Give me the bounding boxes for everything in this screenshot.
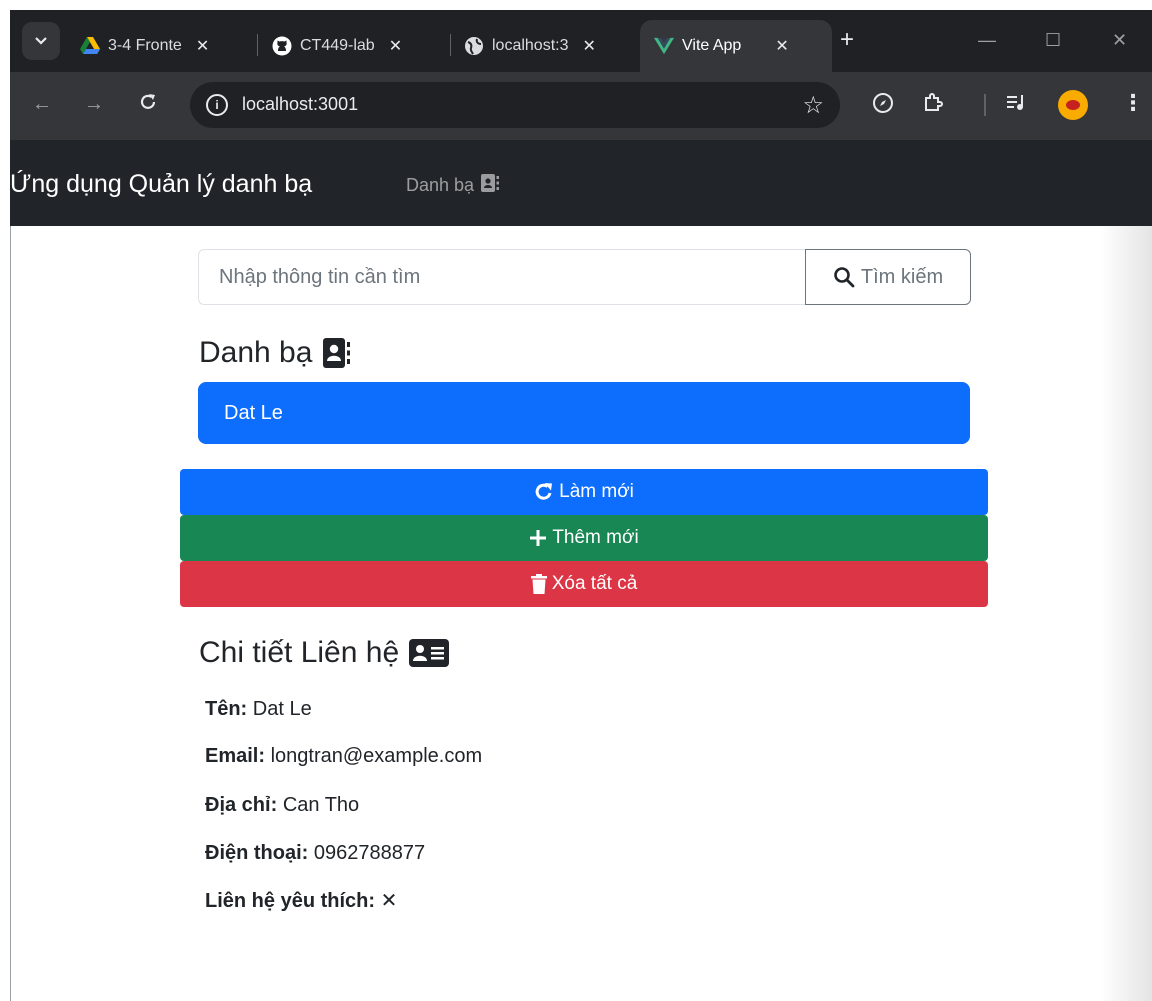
vue-icon: [654, 36, 674, 56]
back-arrow-icon[interactable]: ←: [32, 92, 52, 116]
contact-card-icon: [409, 639, 450, 667]
detail-name-row: Tên: Dat Le: [205, 698, 312, 721]
detail-label: Liên hệ yêu thích:: [205, 890, 376, 912]
search-input[interactable]: Nhập thông tin cần tìm: [198, 249, 806, 305]
add-contact-button-label: Thêm mới: [552, 527, 639, 548]
media-control-icon[interactable]: [1006, 92, 1028, 118]
detail-phone-row: Điện thoại: 0962788877: [205, 842, 425, 865]
forward-arrow-icon[interactable]: →: [84, 92, 104, 116]
detail-email-row: Email: longtran@example.com: [205, 745, 482, 768]
delete-all-button[interactable]: Xóa tất cả: [180, 561, 988, 607]
address-book-icon: [480, 173, 500, 198]
site-info-icon[interactable]: i: [206, 94, 228, 116]
more-menu-icon[interactable]: ⋮: [1122, 90, 1144, 116]
tab-title: localhost:3: [492, 37, 569, 54]
refresh-icon: [535, 483, 553, 500]
close-tab-icon[interactable]: ✕: [196, 36, 209, 56]
contact-detail-heading-text: Chi tiết Liên hệ: [199, 636, 400, 669]
plus-icon: [530, 530, 547, 546]
address-bar[interactable]: i localhost:3001 ☆: [190, 82, 840, 128]
contact-detail-heading: Chi tiết Liên hệ: [199, 636, 450, 670]
app-navbar: Ứng dụng Quản lý danh bạ Danh bạ: [10, 140, 1152, 226]
detail-value: longtran@example.com: [270, 745, 483, 767]
browser-toolbar: ← → i localhost:3001 ☆ ⋮: [10, 72, 1152, 140]
search-button-label: Tìm kiếm: [860, 265, 944, 288]
trash-icon: [530, 574, 547, 594]
favorite-x-icon: ✕: [380, 890, 398, 912]
tab-search-menu-button[interactable]: [22, 22, 60, 60]
bookmark-star-icon[interactable]: ☆: [802, 91, 824, 120]
minimize-window-icon[interactable]: —: [978, 30, 996, 51]
detail-value: Dat Le: [252, 698, 312, 720]
content-left-border: [10, 226, 11, 1001]
reload-icon[interactable]: [138, 92, 158, 118]
detail-label: Địa chỉ:: [205, 794, 278, 816]
detail-value: 0962788877: [313, 842, 426, 864]
contact-list-item[interactable]: Dat Le: [198, 382, 970, 444]
browser-tab-bar: 3-4 Fronte ✕ CT449-lab ✕ localhost:3 ✕ V…: [10, 10, 1152, 72]
detail-label: Email:: [205, 745, 266, 767]
tab-separator: [257, 34, 258, 56]
browser-tab-github[interactable]: CT449-lab ✕: [272, 20, 442, 72]
content-right-shadow: [1100, 226, 1152, 1001]
globe-icon: [464, 36, 484, 56]
toolbar-divider: [984, 94, 986, 116]
chevron-down-icon: [35, 37, 47, 45]
nav-link-label: Danh bạ: [406, 175, 475, 195]
detail-value: Can Tho: [282, 794, 360, 816]
main-content: [10, 226, 1152, 1001]
url-text: localhost:3001: [242, 94, 359, 114]
contacts-heading: Danh bạ: [199, 336, 352, 370]
detail-favorite-row: Liên hệ yêu thích: ✕: [205, 888, 397, 913]
nav-link-contacts[interactable]: Danh bạ: [406, 173, 500, 198]
maximize-window-icon[interactable]: ☐: [1045, 30, 1061, 51]
detail-label: Tên:: [205, 698, 248, 720]
search-icon: [834, 267, 855, 288]
tab-title: Vite App: [682, 37, 742, 54]
profile-avatar[interactable]: [1058, 90, 1088, 120]
compass-icon[interactable]: [872, 92, 894, 120]
new-tab-button[interactable]: +: [840, 28, 854, 52]
refresh-button-label: Làm mới: [559, 481, 634, 502]
browser-tab-vite-app[interactable]: Vite App ✕: [640, 20, 832, 72]
refresh-button[interactable]: Làm mới: [180, 469, 988, 515]
detail-address-row: Địa chỉ: Can Tho: [205, 794, 359, 817]
add-contact-button[interactable]: Thêm mới: [180, 515, 988, 561]
extensions-puzzle-icon[interactable]: [922, 92, 944, 120]
delete-all-button-label: Xóa tất cả: [551, 573, 638, 594]
address-book-icon: [322, 337, 352, 369]
tab-title: CT449-lab: [300, 37, 375, 54]
close-window-icon[interactable]: ✕: [1112, 30, 1127, 51]
close-tab-icon[interactable]: ✕: [389, 36, 402, 56]
close-tab-icon[interactable]: ✕: [583, 36, 596, 56]
contacts-heading-text: Danh bạ: [199, 336, 313, 369]
google-drive-icon: [80, 36, 100, 56]
tab-title: 3-4 Fronte: [108, 37, 182, 54]
github-icon: [272, 36, 292, 56]
detail-label: Điện thoại:: [205, 842, 309, 864]
browser-tab-drive[interactable]: 3-4 Fronte ✕: [80, 20, 250, 72]
close-tab-icon[interactable]: ✕: [775, 36, 788, 56]
search-button[interactable]: Tìm kiếm: [805, 249, 971, 305]
browser-tab-localhost[interactable]: localhost:3 ✕: [464, 20, 634, 72]
app-brand[interactable]: Ứng dụng Quản lý danh bạ: [10, 170, 312, 199]
tab-separator: [450, 34, 451, 56]
